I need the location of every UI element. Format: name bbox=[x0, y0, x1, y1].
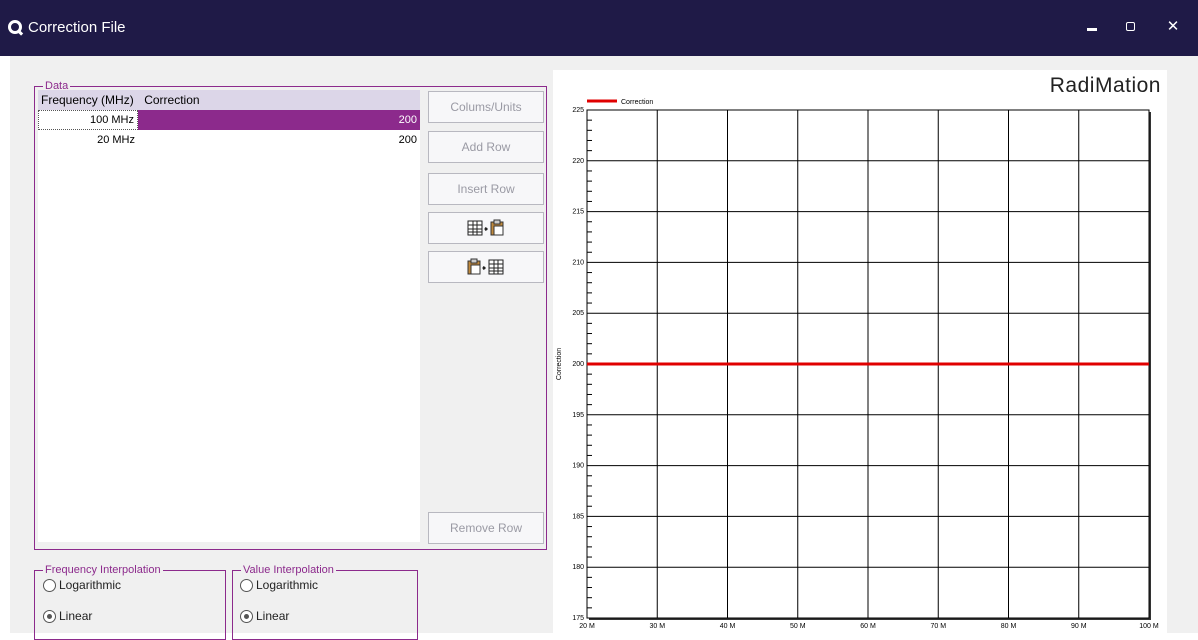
x-tick-label: 90 M bbox=[1071, 623, 1087, 630]
clipboard-to-table-icon bbox=[467, 258, 504, 275]
close-icon: ✕ bbox=[1166, 18, 1180, 35]
chart-panel: RadiMation 175 180 185 190 195 200 205 210 215 22… bbox=[553, 70, 1167, 633]
x-tick-label: 50 M bbox=[790, 623, 806, 630]
minimize-icon bbox=[1087, 28, 1097, 31]
correction-chart: 175 180 185 190 195 200 205 210 215 220 225 20 M 30 … bbox=[556, 99, 1159, 630]
radio-label: Logarithmic bbox=[256, 578, 319, 592]
x-tick-label: 80 M bbox=[1001, 623, 1017, 630]
radio-circle bbox=[240, 609, 253, 623]
app-logo-icon bbox=[8, 20, 22, 34]
column-header-frequency[interactable]: Frequency (MHz) bbox=[38, 90, 141, 110]
y-tick-label: 215 bbox=[572, 209, 584, 216]
y-axis-label: Correction bbox=[556, 348, 563, 380]
x-tick-label: 30 M bbox=[649, 623, 665, 630]
y-tick-label: 220 bbox=[572, 158, 584, 165]
radio-circle bbox=[240, 578, 253, 592]
title-bar: Correction File ✕ bbox=[0, 0, 1198, 56]
copy-to-clipboard-button[interactable] bbox=[428, 212, 544, 244]
maximize-button[interactable] bbox=[1117, 16, 1143, 38]
value-linear-radio[interactable]: Linear bbox=[240, 608, 289, 624]
columns-units-button[interactable]: Colums/Units bbox=[428, 91, 544, 123]
y-tick-label: 205 bbox=[572, 310, 584, 317]
window-title: Correction File bbox=[28, 19, 126, 36]
cell-frequency[interactable]: 100 MHz bbox=[38, 110, 138, 130]
y-tick-label: 175 bbox=[572, 615, 584, 622]
y-tick-label: 180 bbox=[572, 564, 584, 571]
y-tick-label: 190 bbox=[572, 463, 584, 470]
y-tick-label: 185 bbox=[572, 513, 584, 520]
y-tick-label: 225 bbox=[572, 107, 584, 114]
close-button[interactable]: ✕ bbox=[1160, 16, 1186, 38]
y-tick-label: 200 bbox=[572, 361, 584, 368]
frequency-logarithmic-radio[interactable]: Logarithmic bbox=[43, 577, 121, 593]
insert-row-button[interactable]: Insert Row bbox=[428, 173, 544, 205]
table-row[interactable]: 20 MHz 200 bbox=[38, 130, 420, 150]
table-row[interactable]: 100 MHz 200 bbox=[38, 110, 420, 130]
radio-circle bbox=[43, 609, 56, 623]
value-interpolation-legend: Value Interpolation bbox=[241, 563, 336, 577]
y-tick-label: 195 bbox=[572, 412, 584, 419]
table-header: Frequency (MHz) Correction bbox=[38, 90, 420, 110]
add-row-button[interactable]: Add Row bbox=[428, 131, 544, 163]
frequency-linear-radio[interactable]: Linear bbox=[43, 608, 92, 624]
table-to-clipboard-icon bbox=[467, 219, 504, 236]
y-tick-label: 210 bbox=[572, 259, 584, 266]
frequency-interpolation-legend: Frequency Interpolation bbox=[43, 563, 163, 577]
minimize-button[interactable] bbox=[1079, 16, 1105, 38]
x-tick-label: 70 M bbox=[930, 623, 946, 630]
x-tick-label: 60 M bbox=[860, 623, 876, 630]
radio-label: Logarithmic bbox=[59, 578, 122, 592]
value-logarithmic-radio[interactable]: Logarithmic bbox=[240, 577, 318, 593]
x-tick-label: 100 M bbox=[1139, 623, 1159, 630]
paste-from-clipboard-button[interactable] bbox=[428, 251, 544, 283]
column-header-correction[interactable]: Correction bbox=[141, 90, 420, 110]
cell-frequency[interactable]: 20 MHz bbox=[38, 130, 138, 150]
remove-row-button[interactable]: Remove Row bbox=[428, 512, 544, 544]
correction-table[interactable]: Frequency (MHz) Correction 100 MHz 200 2… bbox=[38, 90, 420, 542]
radio-circle bbox=[43, 578, 56, 592]
cell-correction[interactable]: 200 bbox=[138, 130, 420, 150]
legend-label: Correction bbox=[621, 99, 653, 106]
x-tick-label: 40 M bbox=[720, 623, 736, 630]
maximize-icon bbox=[1126, 22, 1135, 31]
x-tick-label: 20 M bbox=[579, 623, 595, 630]
radio-label: Linear bbox=[256, 609, 290, 623]
radio-label: Linear bbox=[59, 609, 93, 623]
cell-correction[interactable]: 200 bbox=[138, 110, 420, 130]
